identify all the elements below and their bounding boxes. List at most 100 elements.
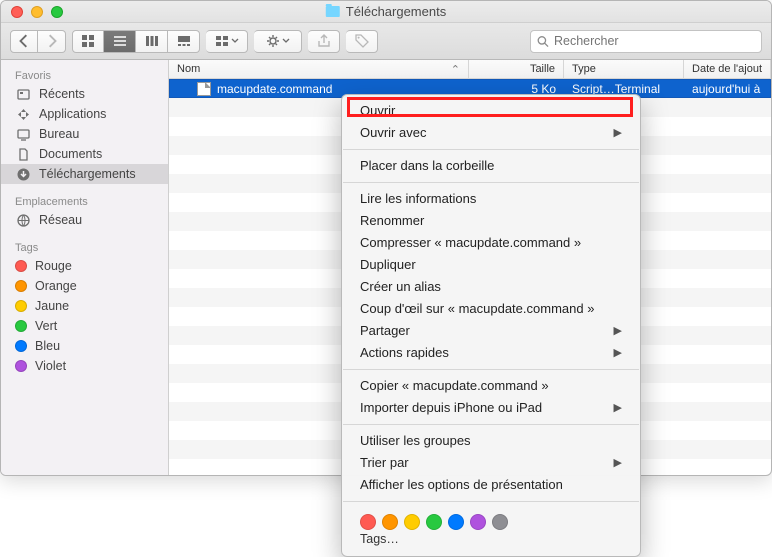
sidebar-tag-violet[interactable]: Violet	[1, 356, 168, 376]
sidebar-tag-vert[interactable]: Vert	[1, 316, 168, 336]
menu-item-tags[interactable]: Tags…	[342, 532, 640, 546]
minimize-window-button[interactable]	[31, 6, 43, 18]
menu-item[interactable]: Importer depuis iPhone ou iPad▶	[342, 397, 640, 419]
downloads-icon	[15, 167, 31, 181]
tag-dot-icon	[15, 360, 27, 372]
search-field[interactable]	[530, 30, 762, 53]
submenu-chevron-icon: ▶	[614, 124, 622, 142]
sidebar-tag-orange[interactable]: Orange	[1, 276, 168, 296]
sidebar-section-locations: Emplacements	[1, 192, 168, 210]
sidebar-item-network[interactable]: Réseau	[1, 210, 168, 230]
folder-icon	[326, 6, 340, 17]
groups-icon	[215, 34, 229, 48]
chevron-down-icon	[231, 37, 239, 45]
column-type[interactable]: Type	[564, 60, 684, 78]
tag-dot-icon	[15, 260, 27, 272]
gallery-icon	[177, 34, 191, 48]
submenu-chevron-icon: ▶	[614, 322, 622, 340]
sidebar-item-documents[interactable]: Documents	[1, 144, 168, 164]
tag-dot-icon	[15, 300, 27, 312]
sidebar-tag-bleu[interactable]: Bleu	[1, 336, 168, 356]
menu-item[interactable]: Créer un alias	[342, 276, 640, 298]
toolbar	[1, 23, 771, 60]
menu-item[interactable]: Copier « macupdate.command »	[342, 375, 640, 397]
tag-icon	[355, 34, 369, 48]
titlebar: Téléchargements	[1, 1, 771, 23]
menu-item[interactable]: Dupliquer	[342, 254, 640, 276]
submenu-chevron-icon: ▶	[614, 454, 622, 472]
menu-item[interactable]: Partager▶	[342, 320, 640, 342]
applications-icon	[15, 107, 31, 121]
tag-dot-icon	[15, 340, 27, 352]
menu-tag-colors	[342, 507, 640, 532]
window-title: Téléchargements	[326, 4, 446, 19]
zoom-window-button[interactable]	[51, 6, 63, 18]
menu-separator	[343, 182, 639, 183]
menu-item[interactable]: Afficher les options de présentation	[342, 474, 640, 496]
column-date[interactable]: Date de l'ajout	[684, 60, 771, 78]
column-name[interactable]: Nom ⌃	[169, 60, 469, 78]
column-size[interactable]: Taille	[469, 60, 564, 78]
list-icon	[113, 34, 127, 48]
menu-separator	[343, 424, 639, 425]
tag-color-dot[interactable]	[448, 514, 464, 530]
window-title-text: Téléchargements	[346, 4, 446, 19]
menu-separator	[343, 501, 639, 502]
submenu-chevron-icon: ▶	[614, 399, 622, 417]
network-icon	[15, 213, 31, 227]
sidebar-tag-jaune[interactable]: Jaune	[1, 296, 168, 316]
desktop-icon	[15, 127, 31, 141]
menu-item[interactable]: Coup d'œil sur « macupdate.command »	[342, 298, 640, 320]
forward-button[interactable]	[38, 30, 66, 53]
sidebar-section-tags: Tags	[1, 238, 168, 256]
menu-item[interactable]: Compresser « macupdate.command »	[342, 232, 640, 254]
close-window-button[interactable]	[11, 6, 23, 18]
columns-icon	[145, 34, 159, 48]
menu-item[interactable]: Actions rapides▶	[342, 342, 640, 364]
sidebar-tag-rouge[interactable]: Rouge	[1, 256, 168, 276]
nav-buttons	[10, 30, 66, 53]
tag-color-dot[interactable]	[492, 514, 508, 530]
groups-button[interactable]	[206, 30, 248, 53]
sidebar-item-downloads[interactable]: Téléchargements	[1, 164, 168, 184]
menu-item[interactable]: Utiliser les groupes	[342, 430, 640, 452]
list-view-button[interactable]	[104, 30, 136, 53]
menu-item[interactable]: Ouvrir avec▶	[342, 122, 640, 144]
sidebar-item-desktop[interactable]: Bureau	[1, 124, 168, 144]
menu-item[interactable]: Trier par▶	[342, 452, 640, 474]
submenu-chevron-icon: ▶	[614, 344, 622, 362]
menu-item[interactable]: Ouvrir	[342, 100, 640, 122]
tag-dot-icon	[15, 280, 27, 292]
tag-color-dot[interactable]	[382, 514, 398, 530]
search-input[interactable]	[554, 34, 755, 48]
gallery-view-button[interactable]	[168, 30, 200, 53]
menu-separator	[343, 149, 639, 150]
view-switcher	[72, 30, 200, 53]
back-button[interactable]	[10, 30, 38, 53]
sidebar-item-applications[interactable]: Applications	[1, 104, 168, 124]
context-menu: OuvrirOuvrir avec▶ Placer dans la corbeil…	[341, 94, 641, 557]
menu-separator	[343, 369, 639, 370]
share-icon	[317, 34, 331, 48]
tag-color-dot[interactable]	[360, 514, 376, 530]
sidebar-item-recents[interactable]: Récents	[1, 84, 168, 104]
search-icon	[537, 35, 549, 48]
menu-item[interactable]: Renommer	[342, 210, 640, 232]
window-controls	[1, 6, 63, 18]
tags-button[interactable]	[346, 30, 378, 53]
share-button[interactable]	[308, 30, 340, 53]
chevron-right-icon	[45, 34, 59, 48]
icon-view-button[interactable]	[72, 30, 104, 53]
action-menu-button[interactable]	[254, 30, 302, 53]
tag-color-dot[interactable]	[470, 514, 486, 530]
sidebar: Favoris Récents Applications Bureau Docu…	[1, 60, 169, 475]
sidebar-section-favorites: Favoris	[1, 66, 168, 84]
tag-color-dot[interactable]	[404, 514, 420, 530]
chevron-down-icon	[282, 37, 290, 45]
column-view-button[interactable]	[136, 30, 168, 53]
tag-color-dot[interactable]	[426, 514, 442, 530]
menu-item[interactable]: Lire les informations	[342, 188, 640, 210]
menu-item[interactable]: Placer dans la corbeille	[342, 155, 640, 177]
gear-icon	[266, 34, 280, 48]
recents-icon	[15, 87, 31, 101]
